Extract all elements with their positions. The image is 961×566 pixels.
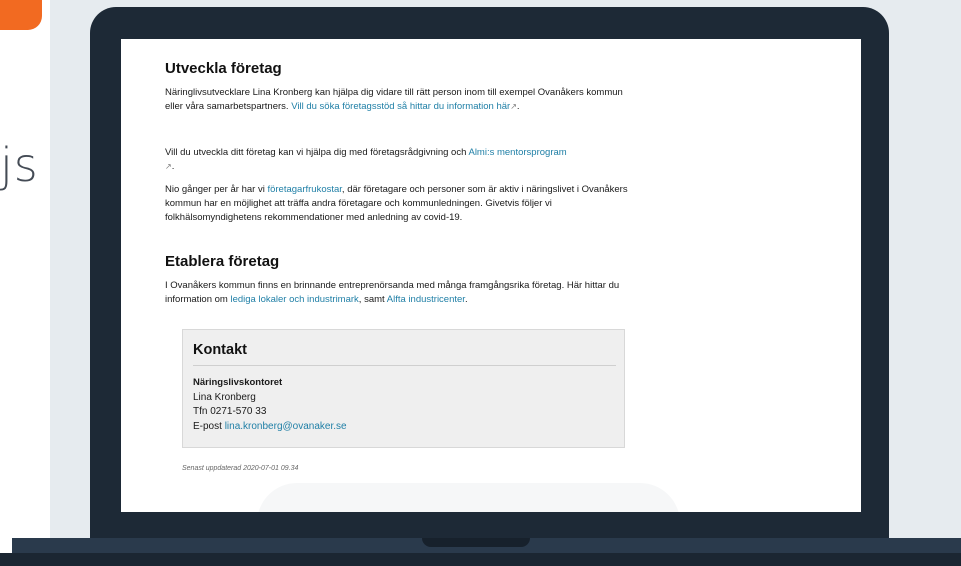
paragraph-etablera: I Ovanåkers kommun finns en brinnande en… — [165, 279, 630, 307]
footer-ghost-shape — [257, 483, 680, 512]
paragraph-almi: Vill du utveckla ditt företag kan vi hjä… — [165, 146, 630, 174]
last-updated: Senast uppdaterad 2020-07-01 09.34 — [182, 465, 299, 472]
paragraph-etablera-end: . — [464, 294, 468, 305]
external-link-icon: ↗ — [165, 162, 172, 171]
contact-email-row: E-post lina.kronberg@ovanaker.se — [193, 420, 347, 435]
link-foretagsstod[interactable]: Vill du söka företagsstöd så hittar du i… — [291, 101, 510, 112]
link-almi-mentorsprogram[interactable]: Almi:s mentorsprogram — [468, 147, 566, 158]
link-lediga-lokaler[interactable]: lediga lokaler och industrimark — [230, 294, 358, 305]
paragraph-etablera-mid: , samt — [358, 294, 387, 305]
contact-details: Näringslivskontoret Lina Kronberg Tfn 02… — [193, 376, 347, 434]
link-foretagarfrukostar[interactable]: företagarfrukostar — [267, 184, 341, 195]
paragraph-frukost: Nio gånger per år har vi företagarfrukos… — [165, 183, 630, 225]
contact-name: Lina Kronberg — [193, 391, 256, 403]
contact-email-label: E-post — [193, 420, 225, 432]
paragraph-frukost-start: Nio gånger per år har vi — [165, 184, 268, 195]
heading-etablera: Etablera företag — [165, 253, 280, 270]
paragraph-intro: Näringlivsutvecklare Lina Kronberg kan h… — [165, 86, 630, 114]
contact-org: Näringslivskontoret — [193, 377, 283, 388]
brand-mark — [0, 0, 42, 30]
contact-box: Kontakt Näringslivskontoret Lina Kronber… — [182, 329, 625, 448]
side-heading-fragment: js — [0, 138, 39, 192]
contact-email-link[interactable]: lina.kronberg@ovanaker.se — [225, 421, 347, 432]
link-alfta-industricenter[interactable]: Alfta industricenter — [387, 294, 465, 305]
contact-heading: Kontakt — [193, 342, 247, 358]
paragraph-intro-end: . — [516, 101, 520, 112]
paragraph-almi-text: Vill du utveckla ditt företag kan vi hjä… — [165, 147, 469, 158]
laptop-screen: Utveckla företag Näringlivsutvecklare Li… — [121, 39, 861, 512]
heading-utveckla: Utveckla företag — [165, 60, 282, 77]
laptop-base-lip — [0, 553, 961, 566]
contact-phone: Tfn 0271-570 33 — [193, 406, 267, 417]
paragraph-almi-end: . — [171, 161, 175, 172]
contact-divider — [193, 365, 616, 366]
laptop-notch — [422, 538, 530, 547]
external-link-icon: ↗ — [510, 102, 517, 111]
